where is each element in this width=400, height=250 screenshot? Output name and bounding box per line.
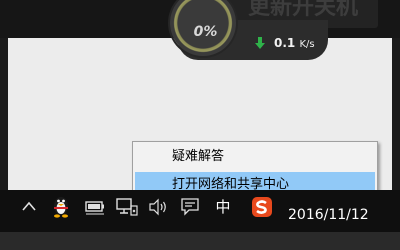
gauge-percentage: 0% [193,24,218,40]
download-speed-unit: K/s [299,39,315,50]
download-speed: 0.1 K/s [274,36,315,52]
chevron-up-icon[interactable] [20,198,38,216]
bottom-strip [0,232,400,250]
qq-penguin-icon[interactable] [50,194,72,218]
sogou-icon[interactable] [250,196,274,218]
download-speed-value: 0.1 [274,36,296,50]
input-method-icon[interactable]: 中 [213,197,233,217]
action-center-icon[interactable] [180,197,200,217]
network-icon[interactable] [115,196,139,218]
volume-icon[interactable] [148,198,168,216]
download-arrow-icon [255,37,265,49]
clock-date[interactable]: 2016/11/12 [288,206,369,224]
battery-icon[interactable] [84,199,106,215]
menu-item-troubleshoot[interactable]: 疑难解答 [135,144,375,170]
